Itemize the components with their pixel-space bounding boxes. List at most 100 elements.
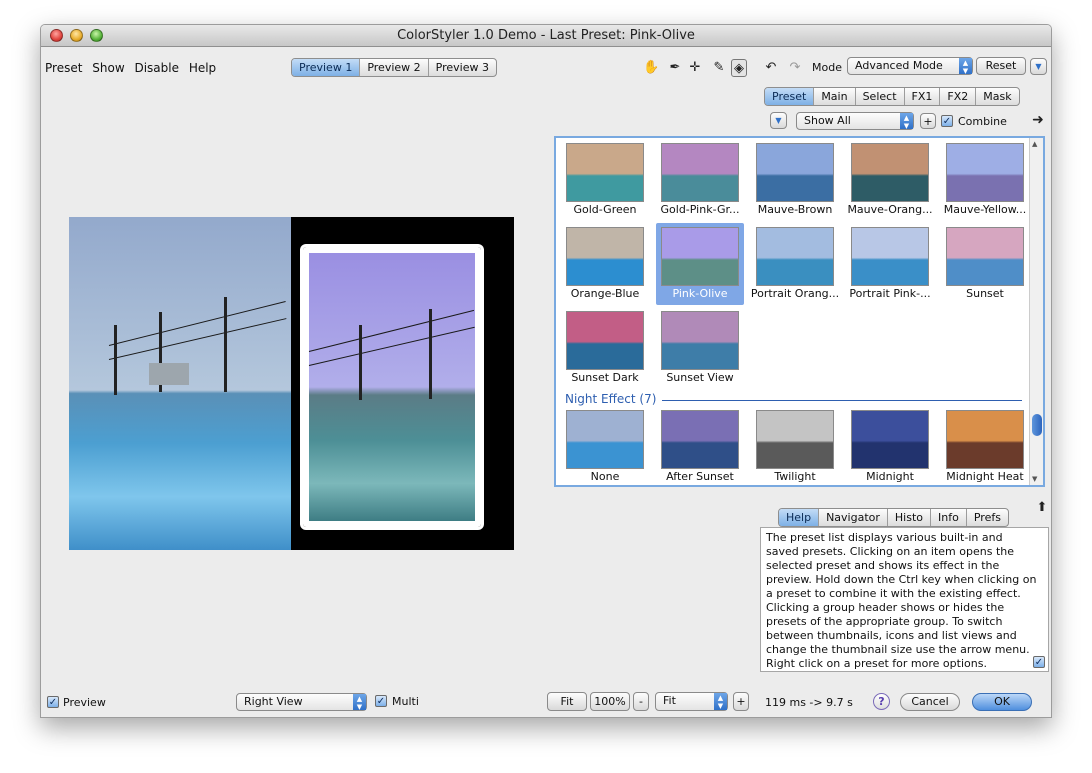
preset-name: Mauve-Yellow... (943, 203, 1027, 216)
preview-checkbox[interactable]: ✓ (47, 696, 59, 708)
preset-name: Gold-Green (573, 203, 637, 216)
preset-thumbnail-image (566, 311, 644, 370)
preset-list[interactable]: Gold-Green Gold-Pink-Gr... Mauve-Brown Mauv… (554, 136, 1045, 487)
preset-name: Portrait Orang... (750, 287, 840, 300)
tab-info[interactable]: Info (931, 509, 967, 526)
menu-help[interactable]: Help (189, 61, 216, 75)
image-preview[interactable] (69, 217, 514, 550)
select-arrows-icon: ▲ ▼ (959, 58, 972, 75)
tab-preset[interactable]: Preset (765, 88, 815, 105)
preset-thumbnail-image (851, 227, 929, 286)
minimize-window-button[interactable] (70, 29, 83, 42)
help-icon[interactable]: ? (873, 693, 890, 710)
styled-image-frame (291, 217, 514, 550)
zoom-window-button[interactable] (90, 29, 103, 42)
arrow-right-icon[interactable]: ➜ (1030, 111, 1046, 129)
tab-mask[interactable]: Mask (976, 88, 1018, 105)
original-image (69, 217, 291, 550)
zoom-select[interactable]: Fit ▲ ▼ (655, 692, 728, 711)
tab-select[interactable]: Select (856, 88, 905, 105)
railing-line (308, 326, 475, 366)
preset-name: Sunset Dark (571, 371, 639, 384)
tab-preview-3[interactable]: Preview 3 (429, 59, 496, 76)
railing-post (224, 297, 227, 392)
zoom-in-button[interactable]: + (733, 692, 749, 711)
redo-icon[interactable]: ↷ (787, 59, 803, 77)
tab-prefs[interactable]: Prefs (967, 509, 1008, 526)
view-menu-arrow-icon[interactable]: ▼ (770, 112, 787, 129)
view-select[interactable]: Right View ▲ ▼ (236, 693, 367, 711)
window-title: ColorStyler 1.0 Demo - Last Preset: Pink… (397, 28, 695, 43)
menu-bar: Preset Show Disable Help (45, 61, 222, 75)
preset-name: Mauve-Orang... (847, 203, 933, 216)
railing-post (359, 325, 362, 400)
app-window: ColorStyler 1.0 Demo - Last Preset: Pink… (40, 24, 1052, 718)
menu-show[interactable]: Show (92, 61, 124, 75)
scrollbar-thumb[interactable] (1032, 414, 1042, 436)
arrow-up-icon[interactable]: ⬆ (1034, 499, 1050, 517)
undo-icon[interactable]: ↶ (763, 59, 779, 77)
menu-disable[interactable]: Disable (134, 61, 179, 75)
zoom-100-button[interactable]: 100% (590, 692, 630, 711)
mode-label: Mode (812, 61, 842, 74)
add-preset-button[interactable]: + (920, 113, 936, 129)
styled-image (303, 247, 481, 527)
group-header-night-effect[interactable]: Night Effect (7) (565, 392, 656, 406)
tab-preview-1[interactable]: Preview 1 (292, 59, 361, 76)
preset-list-scrollbar[interactable]: ▲ ▼ (1029, 138, 1043, 485)
filter-select[interactable]: Show All ▲ ▼ (796, 112, 914, 130)
tab-fx2[interactable]: FX2 (940, 88, 977, 105)
preset-thumbnail-image (756, 410, 834, 469)
menu-preset[interactable]: Preset (45, 61, 82, 75)
preset-item[interactable]: Pink-Olive (656, 223, 744, 305)
preview-label: Preview (63, 696, 106, 709)
tab-fx1[interactable]: FX1 (905, 88, 941, 105)
scroll-up-icon[interactable]: ▲ (1032, 140, 1037, 148)
preset-name: Orange-Blue (570, 287, 640, 300)
help-panel: The preset list displays various built-i… (760, 527, 1049, 672)
preset-thumbnail-image (851, 143, 929, 202)
zoom-select-value: Fit (663, 694, 676, 707)
crosshair-tool-icon[interactable]: ✛ (687, 59, 703, 77)
railing-post (114, 325, 117, 395)
ok-button[interactable]: OK (972, 693, 1032, 711)
tab-preview-2[interactable]: Preview 2 (360, 59, 429, 76)
close-window-button[interactable] (50, 29, 63, 42)
preset-name: Gold-Pink-Gr... (660, 203, 740, 216)
preset-name: Twilight (774, 470, 816, 483)
preset-name: None (590, 470, 620, 483)
cancel-button[interactable]: Cancel (900, 693, 960, 711)
zoom-out-button[interactable]: - (633, 692, 649, 711)
preset-thumbnail-image (661, 311, 739, 370)
preset-thumbnail-image (946, 410, 1024, 469)
mode-menu-arrow-icon[interactable]: ▼ (1030, 58, 1047, 75)
combine-label: Combine (958, 115, 1007, 128)
help-option-checkbox[interactable]: ✓ (1033, 656, 1045, 668)
scroll-down-icon[interactable]: ▼ (1032, 475, 1037, 483)
reset-button[interactable]: Reset (976, 57, 1026, 75)
multi-label: Multi (392, 695, 419, 708)
select-arrows-icon: ▲ ▼ (900, 113, 913, 130)
tab-main[interactable]: Main (814, 88, 856, 105)
railing-post (429, 309, 432, 399)
title-bar: ColorStyler 1.0 Demo - Last Preset: Pink… (41, 25, 1051, 47)
building-silhouette (149, 363, 189, 385)
hand-tool-icon[interactable]: ✋ (643, 59, 659, 77)
preset-name: Midnight (866, 470, 914, 483)
panel-tabs: Preset Main Select FX1 FX2 Mask (764, 87, 1020, 106)
preset-name: Midnight Heat (946, 470, 1024, 483)
multi-checkbox[interactable]: ✓ (375, 695, 387, 707)
combine-checkbox[interactable]: ✓ (941, 115, 953, 127)
tab-help[interactable]: Help (779, 509, 820, 526)
fit-button[interactable]: Fit (547, 692, 587, 711)
select-arrows-icon: ▲ ▼ (714, 693, 727, 710)
preset-thumbnail-image (661, 143, 739, 202)
mode-select[interactable]: Advanced Mode ▲ ▼ (847, 57, 973, 75)
brush-tool-icon[interactable]: ✎ (711, 59, 727, 77)
split-view-tool-icon[interactable]: ◈ (731, 59, 747, 77)
preset-thumbnail-image (946, 227, 1024, 286)
tab-histo[interactable]: Histo (888, 509, 932, 526)
tab-navigator[interactable]: Navigator (819, 509, 888, 526)
preset-name: Portrait Pink-... (849, 287, 931, 300)
eyedropper-tool-icon[interactable]: ✒ (667, 59, 683, 77)
